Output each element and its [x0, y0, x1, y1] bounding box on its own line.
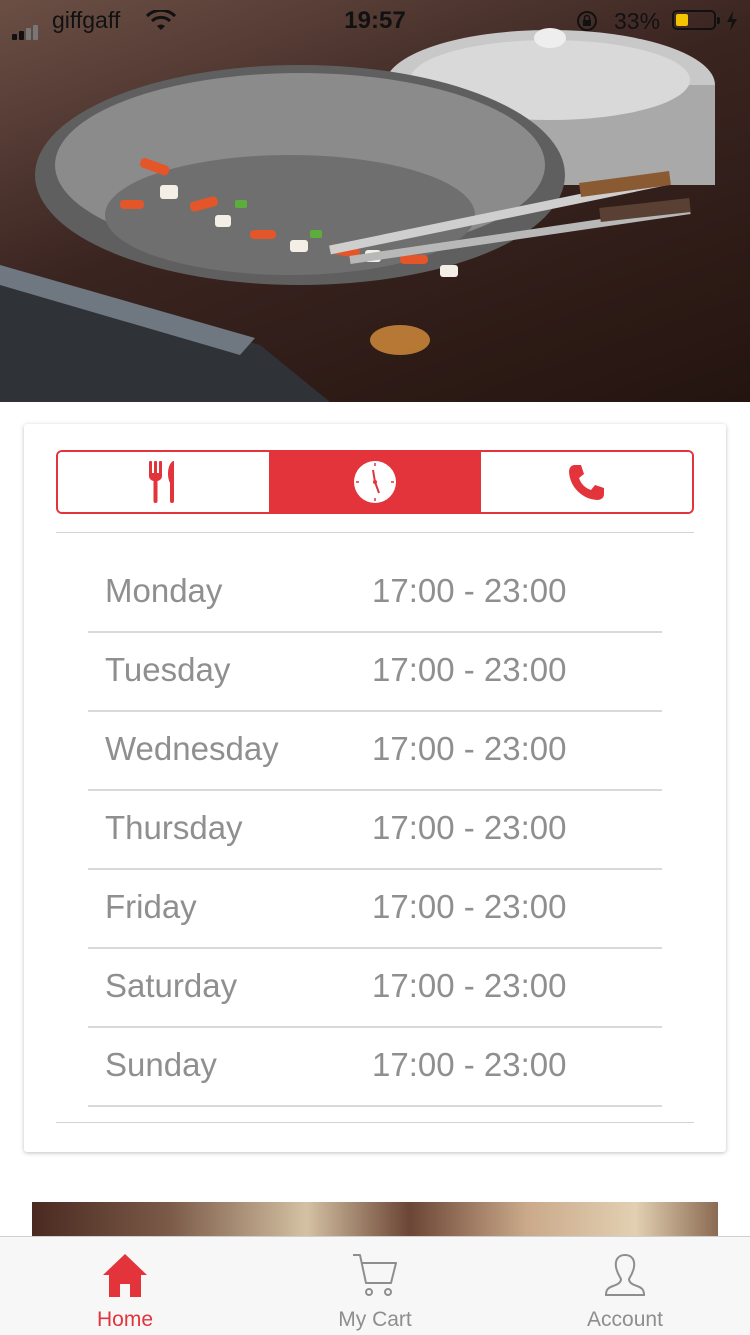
- day-label: Friday: [105, 888, 197, 925]
- hours-row: Wednesday 17:00 - 23:00: [88, 712, 662, 791]
- tab-account-label: Account: [587, 1308, 663, 1331]
- divider: [56, 532, 694, 533]
- rotation-lock-icon: [577, 11, 597, 31]
- hours-row: Saturday 17:00 - 23:00: [88, 949, 662, 1028]
- charging-icon: [727, 11, 737, 31]
- battery-percent: 33%: [614, 8, 661, 34]
- day-label: Sunday: [105, 1046, 217, 1083]
- status-bar: giffgaff 19:57 33%: [0, 0, 750, 42]
- tab-menu[interactable]: [58, 452, 270, 512]
- opening-hours-list: Monday 17:00 - 23:00 Tuesday 17:00 - 23:…: [88, 554, 662, 1107]
- hours-value: 17:00 - 23:00: [372, 651, 567, 688]
- hours-value: 17:00 - 23:00: [372, 967, 567, 1004]
- restaurant-info-card: Monday 17:00 - 23:00 Tuesday 17:00 - 23:…: [24, 424, 726, 1152]
- tab-contact[interactable]: [480, 452, 692, 512]
- hours-row: Monday 17:00 - 23:00: [88, 554, 662, 633]
- day-label: Wednesday: [105, 730, 279, 767]
- day-label: Tuesday: [105, 651, 231, 688]
- home-icon: [103, 1254, 147, 1297]
- hours-row: Sunday 17:00 - 23:00: [88, 1028, 662, 1107]
- hours-value: 17:00 - 23:00: [372, 809, 567, 846]
- battery-level: [676, 14, 688, 26]
- hours-value: 17:00 - 23:00: [372, 730, 567, 767]
- clock-icon: [353, 461, 396, 503]
- battery-icon: [672, 10, 720, 30]
- divider: [56, 1122, 694, 1123]
- user-icon: [604, 1253, 646, 1296]
- day-label: Saturday: [105, 967, 238, 1004]
- tab-opening-hours[interactable]: [269, 452, 481, 512]
- hours-value: 17:00 - 23:00: [372, 572, 567, 609]
- day-label: Thursday: [105, 809, 243, 846]
- phone-icon: [569, 465, 605, 500]
- day-label: Monday: [105, 572, 223, 609]
- bottom-tab-bar: Home My Cart Account: [0, 1236, 750, 1335]
- hero-image: [0, 0, 750, 402]
- hours-value: 17:00 - 23:00: [372, 1046, 567, 1083]
- info-segmented-control: [56, 450, 694, 514]
- tab-account[interactable]: Account: [500, 1237, 750, 1335]
- cutlery-icon: [148, 461, 174, 503]
- cart-icon: [353, 1254, 397, 1296]
- hours-row: Friday 17:00 - 23:00: [88, 870, 662, 949]
- hours-row: Thursday 17:00 - 23:00: [88, 791, 662, 870]
- tab-my-cart[interactable]: My Cart: [250, 1237, 500, 1335]
- hours-row: Tuesday 17:00 - 23:00: [88, 633, 662, 712]
- tab-my-cart-label: My Cart: [338, 1308, 412, 1331]
- tab-home[interactable]: Home: [0, 1237, 250, 1335]
- hours-value: 17:00 - 23:00: [372, 888, 567, 925]
- tab-home-label: Home: [96, 1308, 154, 1331]
